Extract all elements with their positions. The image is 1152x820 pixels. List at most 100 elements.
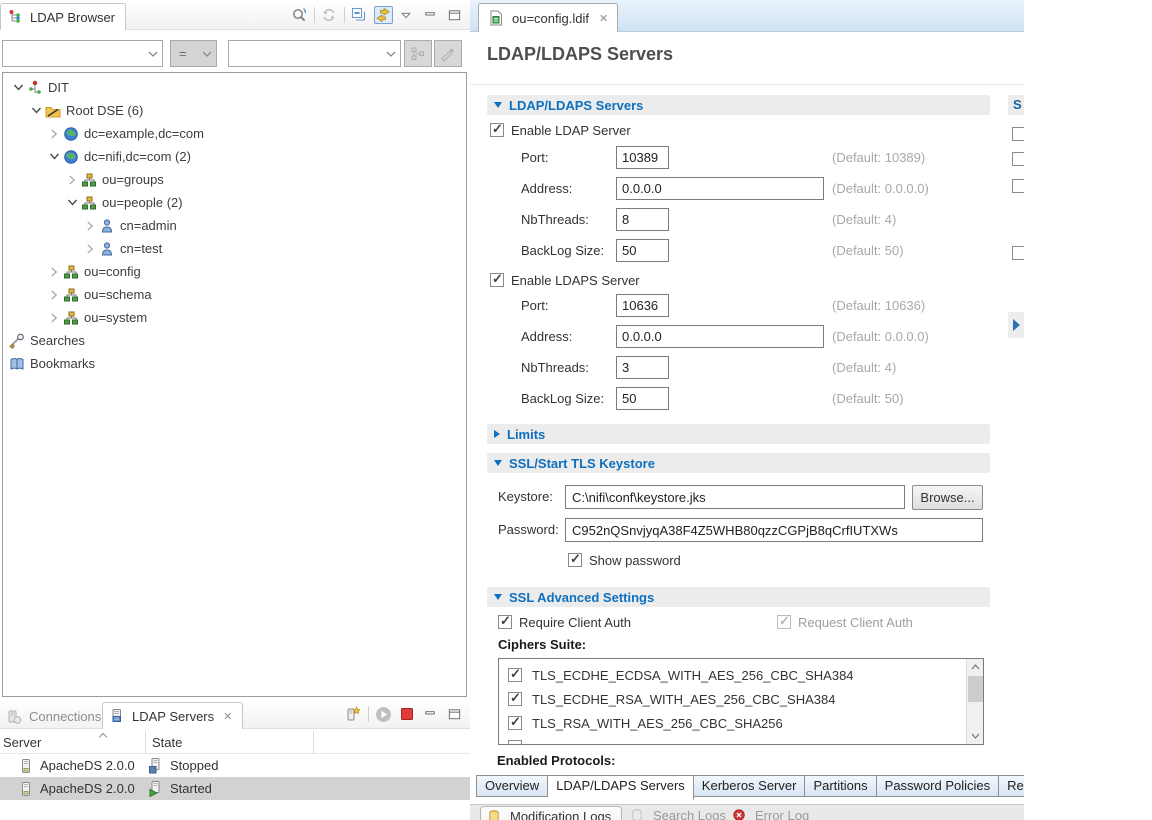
tree-item-label: Bookmarks [27,356,95,371]
tree-item[interactable]: cn=test [3,237,466,260]
cipher-list-item[interactable]: TLS_ECDHE_RSA_WITH_AES_256_CBC_SHA384 [499,687,959,711]
page-tab-rep[interactable]: Rep [999,775,1024,797]
keystore-input[interactable] [565,485,905,509]
restore-panel-arrow-icon[interactable] [1008,312,1024,338]
quick-search-value-input[interactable] [231,43,382,64]
tree-item[interactable]: ou=config [3,260,466,283]
cipher-list-item[interactable]: TLS_ECDHE_ECDSA_WITH_AES_256_CBC_SHA384 [499,663,959,687]
clipped-checkbox[interactable] [1012,127,1024,141]
stop-button[interactable] [398,705,417,723]
column-header-server[interactable]: Server [3,735,41,750]
server-table-row[interactable]: ApacheDS 2.0.0Stopped [0,754,470,777]
clipped-checkbox[interactable] [1012,152,1024,166]
tree-item[interactable]: dc=nifi,dc=com (2) [3,145,466,168]
tree-expanded-chevron-icon[interactable] [9,82,27,93]
tree-item[interactable]: DIT [3,76,466,99]
section-header-ssl-keystore[interactable]: SSL/Start TLS Keystore [487,453,990,473]
enable-ldaps-server-checkbox[interactable] [490,273,504,287]
tree-collapsed-chevron-icon[interactable] [45,312,63,324]
run-button[interactable] [374,705,393,723]
search-again-button[interactable] [290,6,309,24]
tree-item[interactable]: ou=people (2) [3,191,466,214]
maximize-button[interactable] [446,705,465,723]
section-header-limits[interactable]: Limits [487,424,990,444]
tree-expanded-chevron-icon[interactable] [45,151,63,162]
maximize-button[interactable] [446,6,465,24]
cipher-checkbox[interactable] [508,740,522,745]
log-tab-error-log[interactable]: Error Log [732,807,809,820]
tree-item[interactable]: ou=system [3,306,466,329]
page-tab-overview[interactable]: Overview [476,775,548,797]
quick-search-field-combo[interactable] [2,40,163,67]
globe-icon [63,149,81,165]
server-table-row[interactable]: ApacheDS 2.0.0Started [0,777,470,800]
column-divider[interactable] [145,731,146,754]
tree-item[interactable]: dc=example,dc=com [3,122,466,145]
field-input[interactable] [616,387,669,410]
new-server-button[interactable] [344,705,363,723]
page-tab-password-policies[interactable]: Password Policies [877,775,1000,797]
tree-item[interactable]: cn=admin [3,214,466,237]
tree-collapsed-chevron-icon[interactable] [45,289,63,301]
connections-view-tab[interactable]: Connections [0,703,111,730]
minimize-button[interactable] [422,705,441,723]
scrollbar-thumb[interactable] [968,676,983,702]
section-header-ldap-ldaps-servers[interactable]: LDAP/LDAPS Servers [487,95,990,115]
tree-collapsed-chevron-icon[interactable] [81,243,99,255]
collapse-all-button[interactable] [350,6,369,24]
ldap-servers-view-tab[interactable]: LDAP Servers ✕ [102,702,243,729]
field-input[interactable] [616,239,669,262]
tree-item[interactable]: Searches [3,329,466,352]
cipher-list-item[interactable]: TLS_RSA_WITH_AES_256_CBC_SHA256 [499,711,959,735]
scroll-up-icon[interactable] [967,659,984,675]
show-password-checkbox[interactable] [568,553,582,567]
tree-expanded-chevron-icon[interactable] [27,105,45,116]
refresh-button[interactable] [320,6,339,24]
browse-button[interactable]: Browse... [912,485,983,510]
field-input[interactable] [616,325,824,348]
field-input[interactable] [616,146,669,169]
field-input[interactable] [616,356,669,379]
require-client-auth-row: Require Client Auth [498,613,631,631]
page-tab-ldap-ldaps-servers[interactable]: LDAP/LDAPS Servers [548,775,694,800]
field-input[interactable] [616,208,669,231]
log-tab-modification-logs[interactable]: Modification Logs [480,806,622,820]
column-divider[interactable] [313,731,314,754]
field-input[interactable] [616,294,669,317]
scroll-down-icon[interactable] [967,728,984,744]
tree-item[interactable]: Bookmarks [3,352,466,375]
clipped-checkbox[interactable] [1012,179,1024,193]
field-input[interactable] [616,177,824,200]
cipher-checkbox[interactable] [508,668,522,682]
page-tab-partitions[interactable]: Partitions [805,775,876,797]
editor-tab-ou-config-ldif[interactable]: ou=config.ldif ✕ [478,3,618,32]
minimize-button[interactable] [422,6,441,24]
view-menu-button[interactable] [398,6,417,24]
ciphers-scrollbar[interactable] [966,659,983,744]
tree-item[interactable]: ou=groups [3,168,466,191]
column-header-state[interactable]: State [152,735,182,750]
tree-collapsed-chevron-icon[interactable] [45,266,63,278]
enable-ldap-server-checkbox[interactable] [490,123,504,137]
tree-item[interactable]: Root DSE (6) [3,99,466,122]
close-icon[interactable]: ✕ [599,12,608,25]
tree-item[interactable]: ou=schema [3,283,466,306]
cipher-list-item[interactable] [499,735,959,745]
clipped-checkbox[interactable] [1012,246,1024,260]
cipher-checkbox[interactable] [508,716,522,730]
cipher-checkbox[interactable] [508,692,522,706]
tree-collapsed-chevron-icon[interactable] [63,174,81,186]
close-icon[interactable]: ✕ [223,710,232,723]
page-tab-kerberos-server[interactable]: Kerberos Server [694,775,806,797]
section-header-ssl-advanced[interactable]: SSL Advanced Settings [487,587,990,607]
ldap-browser-view-tab[interactable]: LDAP Browser [0,3,126,30]
link-with-editor-button[interactable] [374,6,393,24]
tree-expanded-chevron-icon[interactable] [63,197,81,208]
quick-search-field-input[interactable] [5,43,144,64]
tree-collapsed-chevron-icon[interactable] [81,220,99,232]
password-input[interactable] [565,518,983,542]
require-client-auth-checkbox[interactable] [498,615,512,629]
log-tab-search-logs[interactable]: Search Logs [630,807,726,820]
tree-collapsed-chevron-icon[interactable] [45,128,63,140]
quick-search-value-combo[interactable] [228,40,401,67]
